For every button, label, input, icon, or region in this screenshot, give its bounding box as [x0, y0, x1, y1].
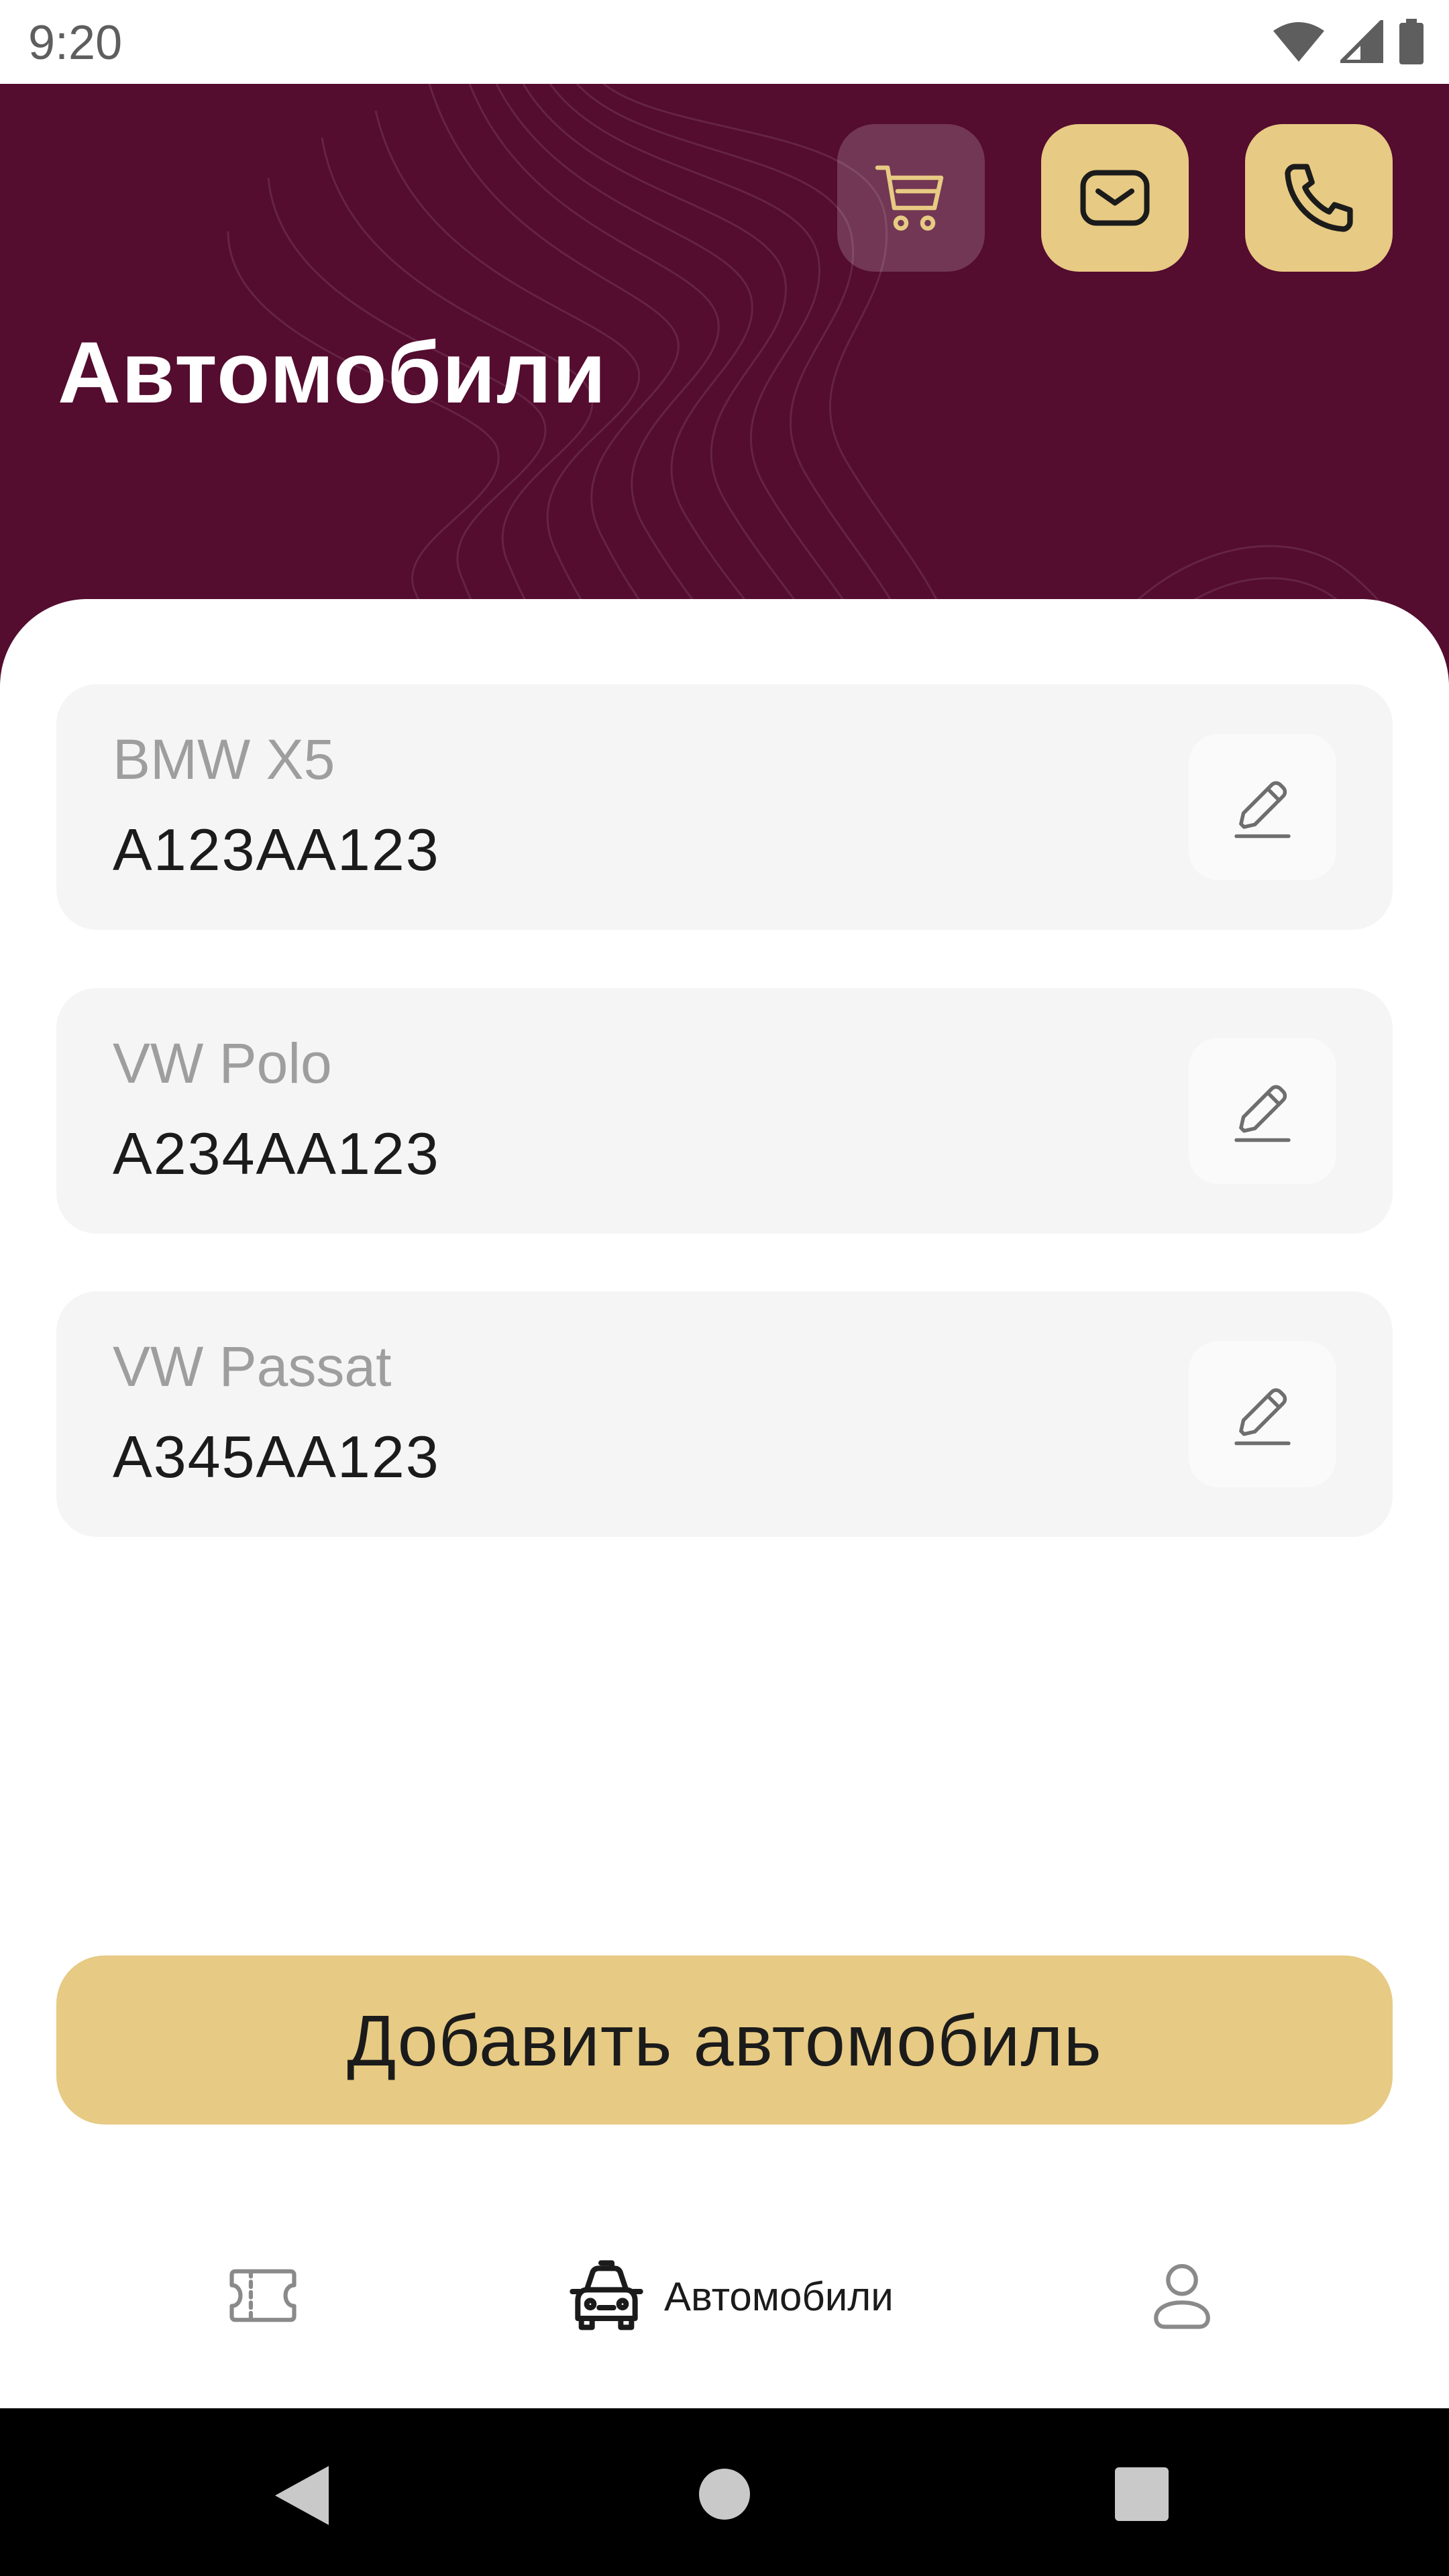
pencil-icon [1234, 1085, 1291, 1142]
profile-icon [1154, 2263, 1210, 2329]
pencil-icon [1234, 1388, 1291, 1446]
cart-icon [875, 165, 944, 231]
cart-button[interactable] [837, 124, 985, 272]
content-sheet: BMW X5 А123АА123 VW Polo А234АА123 VW Pa… [0, 599, 1449, 2408]
phone-button[interactable] [1245, 124, 1393, 272]
car-plate: А234АА123 [113, 1120, 440, 1187]
home-icon[interactable] [698, 2467, 751, 2521]
nav-item-cars[interactable]: Автомобили [564, 2254, 894, 2340]
system-nav-bar [0, 2408, 1449, 2576]
car-card[interactable]: VW Passat А345АА123 [56, 1291, 1393, 1537]
mail-icon [1080, 170, 1150, 226]
wifi-icon [1273, 22, 1324, 62]
phone-icon [1285, 164, 1353, 232]
back-icon[interactable] [274, 2465, 330, 2526]
signal-icon [1340, 20, 1383, 63]
edit-car-button[interactable] [1189, 1341, 1336, 1487]
add-car-button[interactable]: Добавить автомобиль [56, 1955, 1393, 2125]
mail-button[interactable] [1041, 124, 1189, 272]
edit-car-button[interactable] [1189, 734, 1336, 880]
battery-icon [1399, 19, 1424, 64]
status-icons [1272, 17, 1425, 66]
car-model: VW Passat [113, 1335, 392, 1398]
pencil-icon [1234, 781, 1291, 839]
car-model: VW Polo [113, 1032, 332, 1095]
car-plate: А345АА123 [113, 1424, 440, 1490]
status-bar: 9:20 [0, 0, 1449, 84]
car-card[interactable]: BMW X5 А123АА123 [56, 684, 1393, 930]
nav-item-tickets[interactable] [221, 2254, 319, 2337]
car-model: BMW X5 [113, 728, 335, 791]
car-card[interactable]: VW Polo А234АА123 [56, 988, 1393, 1234]
nav-item-profile[interactable] [1140, 2254, 1238, 2337]
page-title: Автомобили [58, 323, 607, 421]
edit-car-button[interactable] [1189, 1038, 1336, 1184]
status-time: 9:20 [28, 16, 123, 70]
car-plate: А123АА123 [113, 816, 440, 883]
recents-icon[interactable] [1115, 2467, 1169, 2521]
header: Автомобили [0, 84, 1449, 688]
bottom-nav: Автомобили [0, 2214, 1449, 2408]
ticket-icon [229, 2269, 297, 2322]
nav-label-cars: Автомобили [664, 2274, 894, 2319]
car-icon [570, 2260, 643, 2330]
